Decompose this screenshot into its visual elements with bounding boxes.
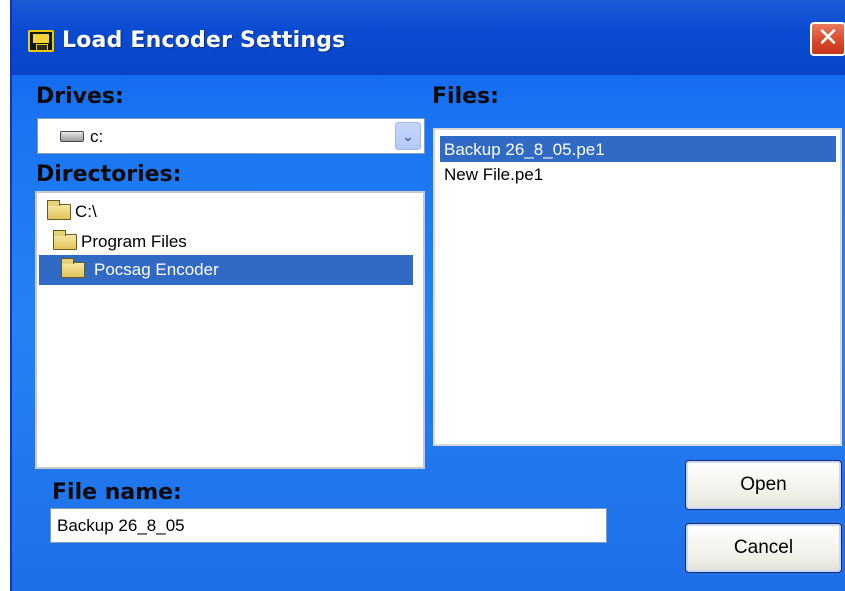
drives-combo[interactable]: c: ⌄: [37, 118, 425, 154]
dialog-window: Load Encoder Settings ✕ Drives: c: ⌄ Dir…: [10, 0, 845, 591]
directory-item-label: C:\: [75, 202, 97, 221]
file-item-label: New File.pe1: [444, 165, 544, 184]
drives-selected-value: c:: [90, 127, 104, 146]
file-item-new-file[interactable]: New File.pe1: [440, 161, 836, 187]
directory-item-root[interactable]: C:\: [45, 197, 125, 227]
file-name-input[interactable]: Backup 26_8_05: [50, 508, 607, 543]
file-item-label: Backup 26_8_05.pe1: [444, 140, 605, 159]
folder-open-icon: [61, 258, 85, 278]
directory-item-label: Program Files: [81, 232, 187, 251]
directories-list[interactable]: C:\ Program Files Pocsag Encoder: [35, 191, 425, 469]
file-name-label: File name:: [52, 480, 182, 505]
file-name-value: Backup 26_8_05: [57, 516, 185, 535]
files-label: Files:: [432, 84, 499, 109]
folder-open-icon: [47, 200, 71, 220]
directories-label: Directories:: [36, 162, 182, 187]
window-title: Load Encoder Settings: [62, 28, 346, 53]
floppy-disk-icon: [28, 30, 54, 52]
directory-item-label: Pocsag Encoder: [94, 260, 219, 279]
title-bar[interactable]: Load Encoder Settings ✕: [12, 0, 845, 75]
file-item-backup[interactable]: Backup 26_8_05.pe1: [440, 136, 836, 162]
directory-item-program-files[interactable]: Program Files: [51, 227, 251, 257]
cancel-button[interactable]: Cancel: [685, 523, 842, 573]
open-button[interactable]: Open: [685, 460, 842, 510]
directory-item-pocsag-encoder[interactable]: Pocsag Encoder: [39, 255, 413, 285]
folder-open-icon: [53, 230, 77, 250]
drives-label: Drives:: [36, 84, 124, 109]
chevron-down-icon[interactable]: ⌄: [395, 122, 421, 150]
files-list[interactable]: Backup 26_8_05.pe1 New File.pe1: [433, 128, 842, 446]
close-button[interactable]: ✕: [810, 22, 845, 56]
drive-icon: [60, 131, 84, 142]
